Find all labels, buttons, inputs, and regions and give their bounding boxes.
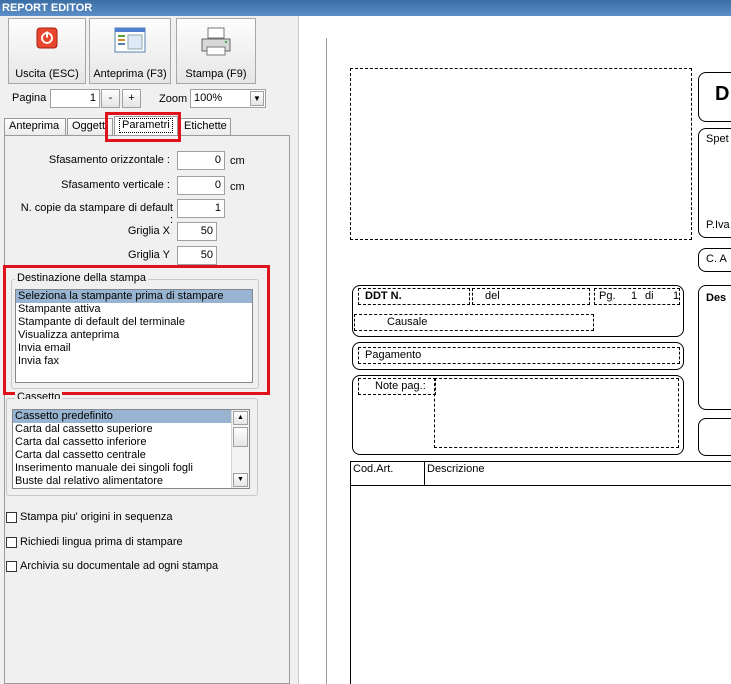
piva-label: P.Iva — [706, 219, 730, 231]
notes-label-field[interactable]: Note pag.: — [358, 378, 436, 395]
ddt-label: DDT N. — [365, 290, 402, 302]
checkbox-multi-origin-label: Stampa piu' origini in sequenza — [20, 511, 173, 523]
del-label: del — [485, 290, 500, 302]
copies-label: N. copie da stampare di default : — [20, 202, 173, 226]
checkbox-multi-origin[interactable] — [6, 512, 17, 523]
h-offset-input[interactable]: 0 — [177, 151, 225, 170]
exit-button[interactable]: Uscita (ESC) — [8, 18, 86, 84]
dest-label: Des — [706, 292, 727, 304]
v-offset-input[interactable]: 0 — [177, 176, 225, 195]
checkbox-archive[interactable] — [6, 561, 17, 572]
ca-label: C. A — [706, 253, 727, 265]
payment-field[interactable]: Pagamento — [358, 347, 680, 364]
checkbox-archive-label: Archivia su documentale ad ogni stampa — [20, 560, 219, 572]
causale-label: Causale — [387, 316, 428, 328]
v-offset-unit: cm — [230, 181, 245, 193]
zoom-select[interactable]: 100% ▼ — [190, 89, 266, 108]
highlight-destination — [3, 265, 270, 395]
drawer-title: Cassetto — [15, 391, 63, 399]
preview-button-label: Anteprima (F3) — [93, 68, 167, 80]
di-label: di — [645, 290, 654, 302]
list-item[interactable]: Cassetto predefinito — [13, 410, 231, 423]
grid-x-label: Griglia X — [127, 225, 170, 237]
list-item[interactable]: Buste dal relativo alimentatore — [13, 475, 249, 488]
page-input[interactable]: 1 — [50, 89, 100, 108]
drawer-scrollbar[interactable]: ▲ ▼ — [231, 410, 249, 488]
page-prev-button[interactable]: - — [101, 89, 120, 108]
checkbox-ask-language[interactable] — [6, 537, 17, 548]
causale-field[interactable]: Causale — [354, 314, 594, 331]
col-desc: Descrizione — [427, 463, 485, 475]
window-title: REPORT EDITOR — [0, 0, 731, 16]
copies-input[interactable]: 1 — [177, 199, 225, 218]
list-item[interactable]: Carta dal cassetto superiore — [13, 423, 249, 436]
notes-label: Note pag.: — [375, 380, 426, 392]
payment-label: Pagamento — [365, 349, 422, 361]
di-value: 1 — [673, 290, 680, 302]
scroll-down-icon[interactable]: ▼ — [233, 473, 248, 487]
scroll-thumb[interactable] — [233, 427, 248, 447]
grid-x-input[interactable]: 50 — [177, 222, 217, 241]
col-divider — [424, 461, 425, 486]
zoom-value: 100% — [194, 92, 223, 104]
page-label: Pagina — [12, 92, 47, 104]
sender-box[interactable]: Spet P.Iva — [698, 128, 731, 238]
pg-value: 1 — [631, 290, 638, 302]
list-item[interactable]: Carta dal cassetto centrale — [13, 449, 249, 462]
tab-etichette[interactable]: Etichette — [179, 118, 231, 135]
ddt-number-field[interactable]: DDT N. — [358, 288, 470, 305]
chevron-down-icon[interactable]: ▼ — [250, 91, 264, 106]
doc-title-letter: D — [715, 83, 730, 105]
print-button-label: Stampa (F9) — [185, 68, 247, 80]
print-button[interactable]: Stampa (F9) — [176, 18, 256, 84]
grid-y-label: Griglia Y — [128, 249, 170, 261]
ddt-date-field[interactable]: del — [472, 288, 590, 305]
page-count-field[interactable]: Pg. 1 di 1 — [594, 288, 680, 305]
preview-icon — [114, 27, 146, 56]
power-icon — [36, 27, 58, 52]
list-item[interactable]: Inserimento manuale dei singoli fogli — [13, 462, 249, 475]
totals-box[interactable] — [698, 418, 731, 456]
logo-area[interactable] — [350, 68, 692, 240]
v-offset-label: Sfasamento verticale : — [61, 179, 170, 191]
grid-y-input[interactable]: 50 — [177, 246, 217, 265]
checkbox-ask-language-label: Richiedi lingua prima di stampare — [20, 536, 183, 548]
items-left-border — [350, 486, 351, 684]
ca-box[interactable]: C. A — [698, 248, 731, 272]
payment-notes-box[interactable]: Note pag.: — [352, 375, 684, 455]
list-item[interactable]: Carta dal cassetto inferiore — [13, 436, 249, 449]
payment-box[interactable]: Pagamento — [352, 342, 684, 370]
drawer-list[interactable]: Cassetto predefinito Carta dal cassetto … — [12, 409, 250, 489]
items-header: Cod.Art. Descrizione — [350, 461, 731, 486]
destination-box[interactable]: Des — [698, 285, 731, 410]
highlight-tab-parametri — [105, 112, 181, 142]
scroll-up-icon[interactable]: ▲ — [233, 411, 248, 425]
h-offset-label: Sfasamento orizzontale : — [48, 154, 170, 166]
doc-title-box[interactable]: D — [698, 72, 731, 122]
exit-button-label: Uscita (ESC) — [15, 68, 79, 80]
notes-value-field[interactable] — [434, 378, 679, 448]
col-code: Cod.Art. — [353, 463, 394, 475]
zoom-label: Zoom — [159, 93, 188, 105]
tab-anteprima[interactable]: Anteprima — [4, 118, 66, 135]
pg-label: Pg. — [599, 290, 616, 302]
h-offset-unit: cm — [230, 155, 245, 167]
preview-button[interactable]: Anteprima (F3) — [89, 18, 171, 84]
page-next-button[interactable]: + — [122, 89, 141, 108]
printer-icon — [199, 27, 233, 60]
sender-label: Spet — [706, 133, 729, 145]
